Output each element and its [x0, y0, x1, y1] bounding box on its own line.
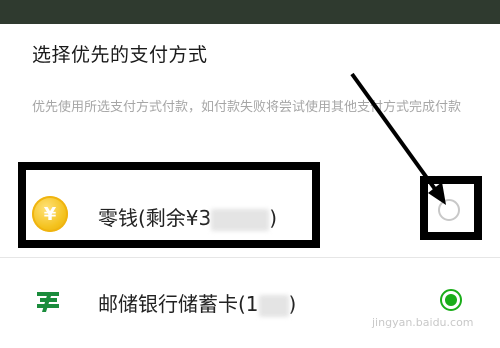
annotation-box-option	[18, 162, 320, 248]
top-status-bar	[0, 0, 500, 24]
postal-bank-icon	[37, 292, 59, 312]
redacted-card-number	[258, 294, 289, 317]
annotation-box-radio	[420, 176, 482, 240]
sheet-title: 选择优先的支付方式	[32, 44, 208, 66]
radio-selected[interactable]	[440, 289, 462, 311]
sheet-subtitle: 优先使用所选支付方式付款，如付款失败将尝试使用其他支付方式完成付款	[32, 100, 462, 115]
payment-option-label-text: 邮储银行储蓄卡(1	[98, 292, 259, 316]
payment-option-label-suffix: )	[288, 292, 297, 316]
watermark: jingyan.baidu.com	[372, 316, 474, 329]
option-divider	[0, 257, 500, 258]
payment-option-label: 邮储银行储蓄卡(1)	[98, 288, 296, 317]
